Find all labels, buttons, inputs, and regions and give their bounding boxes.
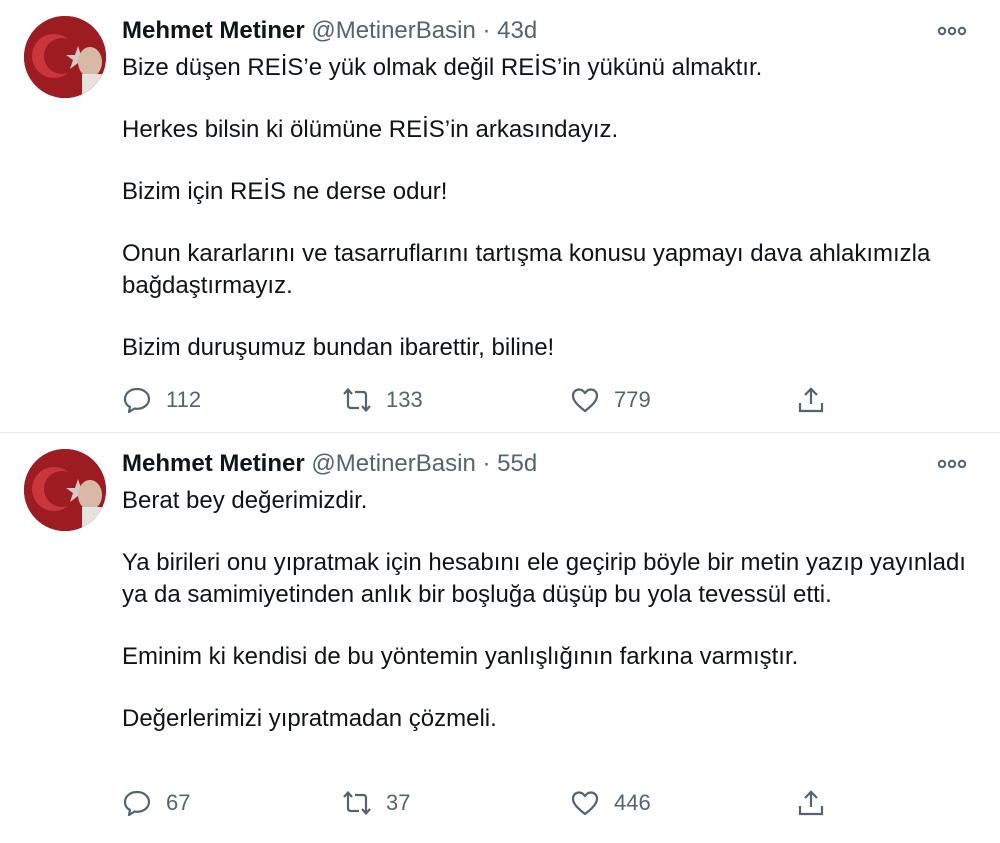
tweet-paragraph: Ya birileri onu yıpratmak için hesabını … (122, 549, 966, 608)
avatar[interactable] (24, 16, 106, 98)
separator-dot: · (482, 450, 491, 477)
retweet-count: 133 (386, 387, 423, 412)
like-count: 779 (614, 387, 651, 412)
tweet[interactable]: Mehmet Metiner @MetinerBasin · 43d Bize … (0, 0, 1000, 433)
reply-button[interactable]: 112 (122, 380, 201, 420)
share-icon (798, 387, 824, 413)
retweet-button[interactable]: 37 (342, 783, 410, 823)
retweet-icon (343, 387, 371, 413)
heart-icon (571, 791, 599, 816)
tweet-paragraph: Bize düşen REİS’e yük olmak değil REİS’i… (122, 54, 763, 81)
like-button[interactable]: 779 (570, 380, 651, 420)
reply-count: 112 (166, 387, 202, 412)
author-name[interactable]: Mehmet Metiner (122, 17, 305, 44)
author-handle[interactable]: @MetinerBasin (311, 17, 475, 44)
reply-icon (123, 790, 151, 817)
tweet-header: Mehmet Metiner @MetinerBasin · 43d (122, 14, 920, 48)
tweet[interactable]: Mehmet Metiner @MetinerBasin · 55d Berat… (0, 433, 1000, 843)
reply-count: 67 (166, 790, 191, 815)
timestamp[interactable]: 43d (497, 17, 537, 44)
tweet-text: Berat bey değerimizdir. Ya birileri onu … (122, 485, 982, 765)
author-handle[interactable]: @MetinerBasin (311, 450, 475, 477)
tweet-header: Mehmet Metiner @MetinerBasin · 55d (122, 447, 920, 481)
tweet-actions: 67 37 446 (110, 783, 850, 823)
tweet-text: Bize düşen REİS’e yük olmak değil REİS’i… (122, 52, 982, 394)
heart-icon (571, 388, 599, 413)
like-count: 446 (614, 790, 651, 815)
more-icon[interactable] (934, 18, 970, 44)
avatar[interactable] (24, 449, 106, 531)
tweet-paragraph: Eminim ki kendisi de bu yöntemin yanlışl… (122, 643, 799, 670)
reply-button[interactable]: 67 (122, 783, 190, 823)
tweet-paragraph: Bizim duruşumuz bundan ibarettir, biline… (122, 334, 555, 361)
separator-dot: · (482, 17, 491, 44)
tweet-paragraph: Değerlerimizi yıpratmadan çözmeli. (122, 705, 497, 732)
retweet-icon (343, 790, 371, 816)
more-icon[interactable] (934, 451, 970, 477)
author-name[interactable]: Mehmet Metiner (122, 450, 305, 477)
retweet-button[interactable]: 133 (342, 380, 423, 420)
share-icon (798, 790, 824, 816)
retweet-count: 37 (386, 790, 411, 815)
tweet-actions: 112 133 779 (110, 380, 850, 420)
tweet-paragraph: Berat bey değerimizdir. (122, 487, 368, 514)
tweet-paragraph: Bizim için REİS ne derse odur! (122, 178, 448, 205)
timestamp[interactable]: 55d (497, 450, 537, 477)
share-button[interactable] (796, 380, 840, 420)
share-button[interactable] (796, 783, 840, 823)
like-button[interactable]: 446 (570, 783, 651, 823)
tweet-paragraph: Herkes bilsin ki ölümüne REİS’in arkasın… (122, 116, 619, 143)
reply-icon (123, 387, 151, 414)
tweet-paragraph: Onun kararlarını ve tasarruflarını tartı… (122, 240, 931, 299)
